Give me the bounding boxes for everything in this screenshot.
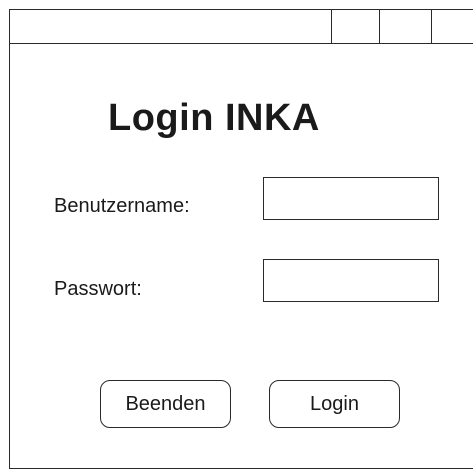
password-field[interactable] [263, 259, 439, 302]
page-title: Login INKA [108, 97, 320, 139]
minimize-button[interactable] [331, 10, 379, 43]
login-window: Login INKA Benutzername: Passwort: Beend… [9, 9, 473, 469]
close-button[interactable] [431, 10, 473, 43]
title-bar [10, 10, 473, 44]
login-button[interactable]: Login [269, 380, 400, 428]
username-label: Benutzername: [54, 195, 190, 217]
quit-button[interactable]: Beenden [100, 380, 231, 428]
password-label: Passwort: [54, 278, 142, 300]
username-field[interactable] [263, 177, 439, 220]
maximize-button[interactable] [379, 10, 431, 43]
